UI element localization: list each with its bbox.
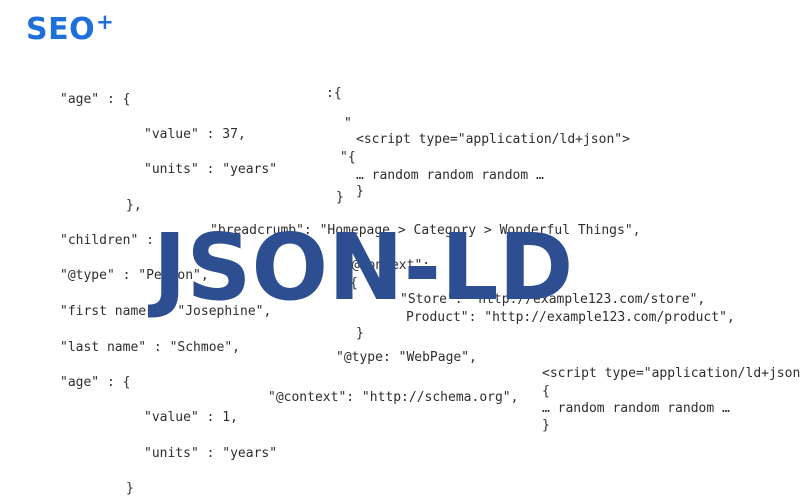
code-line: "{ — [340, 150, 356, 165]
json-ld-headline: JSON-LD — [153, 214, 574, 321]
code-line: "value" : 37, — [144, 127, 246, 142]
code-line: "@type: "WebPage", — [336, 350, 477, 365]
code-line: "@context": "http://schema.org", — [268, 390, 519, 405]
code-line: :{ — [326, 86, 342, 101]
code-line: "value" : 1, — [144, 410, 238, 425]
seo-plus-logo: SEO+ — [26, 10, 115, 47]
code-line: "units" : "years" — [144, 162, 278, 177]
code-line: " — [344, 116, 352, 131]
code-line: "units" : "years" — [144, 446, 278, 461]
code-line: } — [336, 190, 344, 205]
code-line: }, — [126, 198, 142, 213]
code-line: } — [356, 326, 364, 341]
logo-plus: + — [96, 10, 115, 34]
code-line: { — [542, 384, 550, 399]
code-line: "age" : { — [60, 92, 131, 107]
code-line: "age" : { — [60, 375, 131, 390]
code-line: } — [126, 481, 134, 496]
code-line: } — [356, 184, 364, 199]
logo-text: SEO — [26, 12, 96, 47]
code-line: <script type="application/ld+json — [542, 366, 800, 381]
code-line: "last name" : "Schmoe", — [60, 340, 241, 355]
code-line: <script type="application/ld+json"> — [356, 132, 630, 147]
code-line: … random random random … — [542, 401, 730, 416]
code-line: … random random random … — [356, 168, 544, 183]
code-line: } — [542, 418, 550, 433]
